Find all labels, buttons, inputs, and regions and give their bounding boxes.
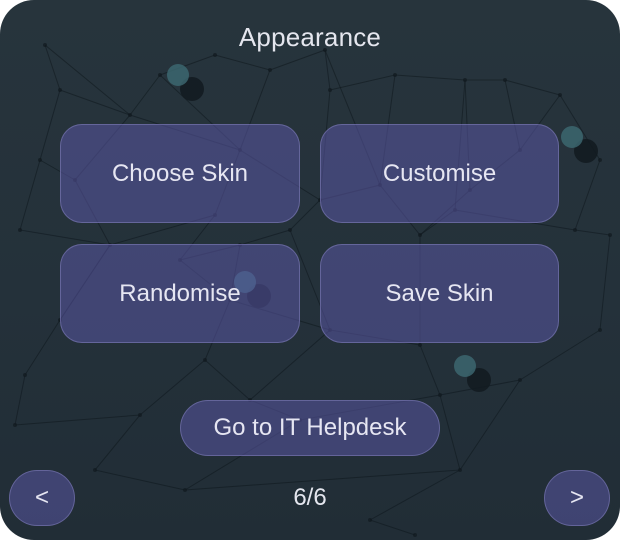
network-link <box>369 519 416 536</box>
previous-page-button[interactable]: < <box>9 470 75 526</box>
network-link <box>504 79 561 96</box>
network-link <box>59 89 131 116</box>
orb <box>454 355 476 377</box>
network-node <box>58 88 62 92</box>
network-node <box>413 533 417 537</box>
network-link <box>329 74 396 91</box>
network-node <box>183 488 187 492</box>
network-node <box>463 78 467 82</box>
network-link <box>394 74 466 81</box>
network-node <box>438 393 442 397</box>
network-link <box>39 89 61 161</box>
network-link <box>459 379 521 471</box>
network-link <box>214 54 271 71</box>
save-skin-button[interactable]: Save Skin <box>320 244 559 343</box>
network-node <box>203 358 207 362</box>
orb <box>167 64 189 86</box>
network-node <box>288 228 292 232</box>
network-node <box>418 343 422 347</box>
network-link <box>19 229 111 246</box>
network-node <box>268 68 272 72</box>
network-link <box>94 469 186 491</box>
network-node <box>503 78 507 82</box>
orb <box>561 126 583 148</box>
network-node <box>18 228 22 232</box>
network-node <box>213 53 217 57</box>
network-node <box>418 233 422 237</box>
network-link <box>204 359 251 401</box>
customise-button[interactable]: Customise <box>320 124 559 223</box>
network-node <box>573 228 577 232</box>
page-title: Appearance <box>238 22 382 52</box>
network-link <box>44 44 131 116</box>
page-indicator: 6/6 <box>293 484 327 511</box>
network-link <box>439 394 461 471</box>
next-page-button[interactable]: > <box>544 470 610 526</box>
network-node <box>23 373 27 377</box>
network-node <box>328 88 332 92</box>
network-link <box>574 229 611 236</box>
network-node <box>138 413 142 417</box>
network-link <box>419 344 441 396</box>
it-helpdesk-button[interactable]: Go to IT Helpdesk <box>180 400 440 456</box>
network-node <box>93 468 97 472</box>
network-link <box>94 414 141 471</box>
network-node <box>598 328 602 332</box>
network-node <box>518 378 522 382</box>
network-node <box>368 518 372 522</box>
network-link <box>599 234 611 331</box>
network-link <box>24 319 61 376</box>
network-node <box>598 158 602 162</box>
choose-skin-button[interactable]: Choose Skin <box>60 124 300 223</box>
network-link <box>19 159 41 231</box>
network-link <box>129 74 161 116</box>
network-link <box>574 159 601 231</box>
randomise-button[interactable]: Randomise <box>60 244 300 343</box>
network-link <box>269 49 326 71</box>
network-node <box>13 423 17 427</box>
network-link <box>14 374 26 426</box>
network-node <box>128 113 132 117</box>
appearance-panel: Appearance Choose Skin Customise Randomi… <box>0 0 620 540</box>
network-link <box>14 414 141 426</box>
network-node <box>608 233 612 237</box>
network-link <box>239 229 291 246</box>
network-node <box>458 468 462 472</box>
network-node <box>558 93 562 97</box>
network-node <box>393 73 397 77</box>
network-node <box>38 158 42 162</box>
network-node <box>158 73 162 77</box>
